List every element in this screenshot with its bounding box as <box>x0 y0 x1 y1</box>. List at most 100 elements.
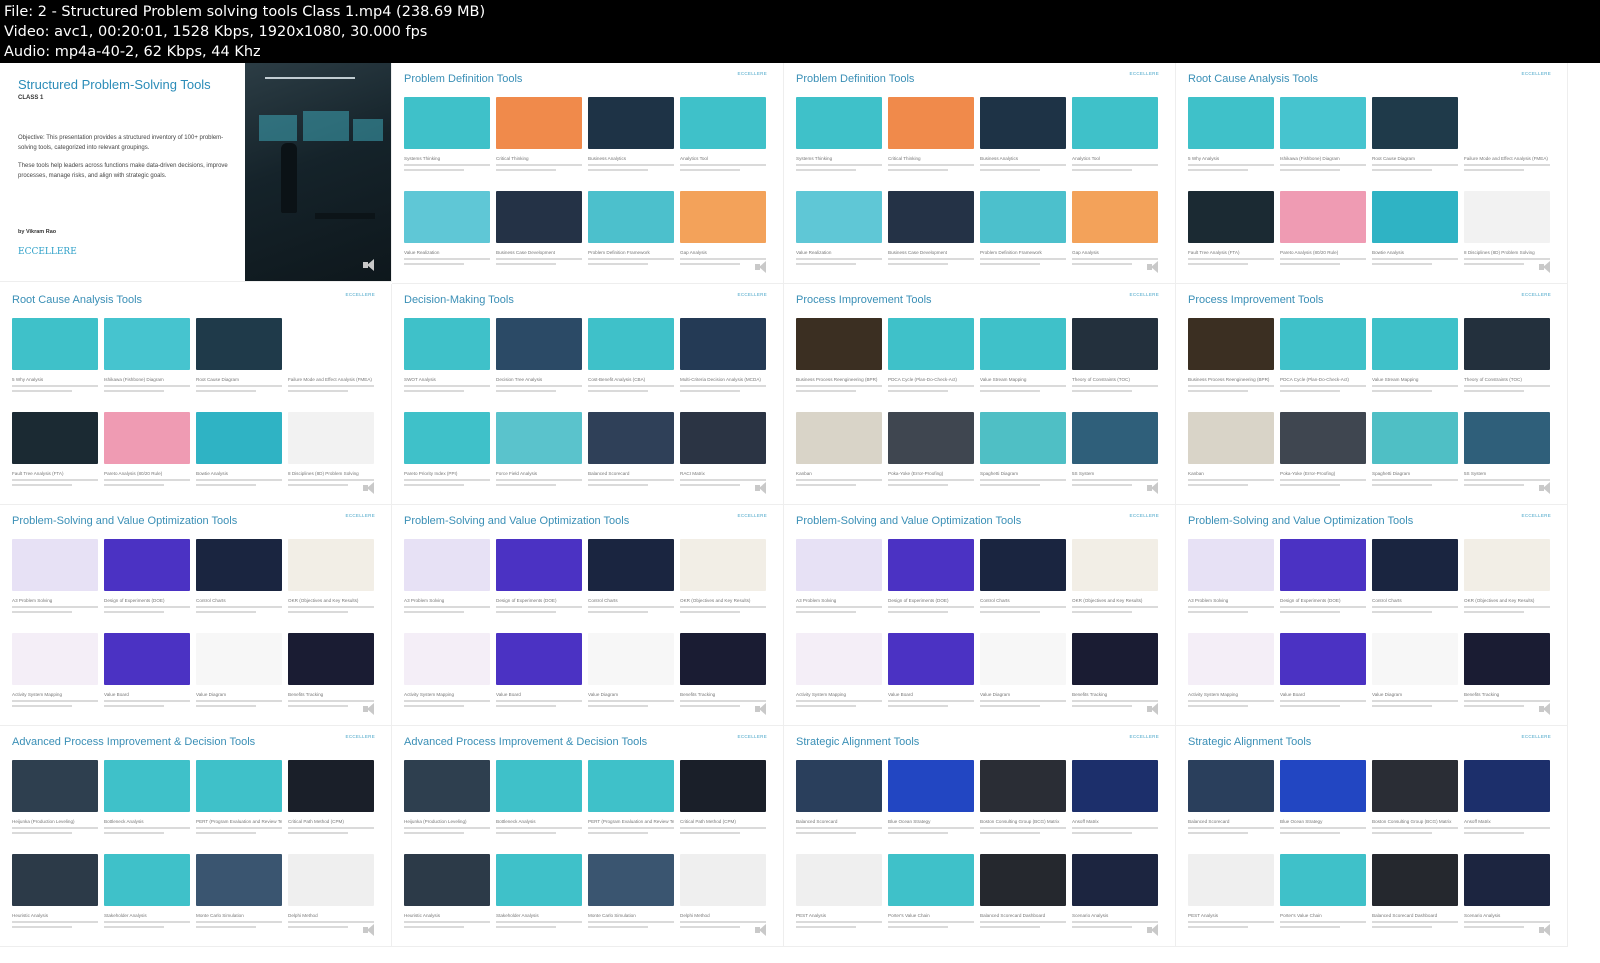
tool-tile: Problem Definition Framework <box>980 191 1066 265</box>
tool-description-line <box>980 479 1066 481</box>
tool-label: Critical Thinking <box>888 156 921 161</box>
tool-tile: OKR (Objectives and Key Results) <box>1464 539 1550 613</box>
tool-illustration <box>1280 854 1366 906</box>
tool-label: PDCA Cycle (Plan-Do-Check-Act) <box>1280 377 1349 382</box>
tool-description-line <box>12 385 98 387</box>
file-info-header: File: 2 - Structured Problem solving too… <box>0 0 1600 63</box>
tool-description-line <box>1280 827 1366 829</box>
tool-description-line <box>1072 700 1158 702</box>
slide-thumbnail[interactable]: Root Cause Analysis Tools ECCELLERE 5 Why … <box>1176 63 1568 284</box>
slide-thumbnail[interactable]: Problem Definition Tools ECCELLERE Systems… <box>392 63 784 284</box>
tool-description-line <box>1464 263 1525 265</box>
tool-label: OKR (Objectives and Key Results) <box>288 598 359 603</box>
tool-tile: Benefits Tracking <box>1464 633 1550 707</box>
tool-label: Spaghetti Diagram <box>980 471 1019 476</box>
slide-thumbnail[interactable]: Strategic Alignment Tools ECCELLERE Balanc… <box>784 726 1176 947</box>
tool-illustration <box>980 318 1066 370</box>
tool-tile: Benefits Tracking <box>288 633 374 707</box>
tool-illustration <box>1464 854 1550 906</box>
tool-description-line <box>1372 169 1433 171</box>
tool-description-line <box>680 926 741 928</box>
tool-description-line <box>1280 611 1341 613</box>
tool-label: Heijunka (Production Leveling) <box>12 819 75 824</box>
tool-tile: PERT (Program Evaluation and Review Tech… <box>196 760 282 834</box>
tool-description-line <box>104 606 190 608</box>
slide-thumbnail[interactable]: Decision-Making Tools ECCELLERE SWOT Analy… <box>392 284 784 505</box>
tool-description-line <box>12 832 73 834</box>
tool-tile: Value Stream Mapping <box>1372 318 1458 392</box>
slide-title: Process Improvement Tools <box>796 294 932 306</box>
tool-description-line <box>588 385 674 387</box>
tool-description-line <box>980 169 1041 171</box>
slide-thumbnail[interactable]: Root Cause Analysis Tools ECCELLERE 5 Why … <box>0 284 392 505</box>
tool-label: PEST Analysis <box>1188 913 1219 918</box>
slide-title: Process Improvement Tools <box>1188 294 1324 306</box>
tool-label: Value Diagram <box>1372 692 1403 697</box>
slide-thumbnail[interactable]: Process Improvement Tools ECCELLERE Busine… <box>1176 284 1568 505</box>
tool-tile: Fault Tree Analysis (FTA) <box>1188 191 1274 265</box>
brand-logo: ECCELLERE <box>737 71 767 76</box>
tool-label: Root Cause Diagram <box>196 377 239 382</box>
tool-label: Pareto Analysis (80/20 Rule) <box>1280 250 1339 255</box>
tool-label: Value Stream Mapping <box>980 377 1027 382</box>
tool-tile: Root Cause Diagram <box>196 318 282 392</box>
tool-description-line <box>1072 263 1133 265</box>
tool-label: Pareto Analysis (80/20 Rule) <box>104 471 163 476</box>
brand-logo: ECCELLERE <box>345 734 375 739</box>
cover-slide[interactable]: Structured Problem-Solving Tools CLASS 1… <box>0 63 392 282</box>
tool-tile: Gap Analysis <box>680 191 766 265</box>
slide-thumbnail[interactable]: Problem-Solving and Value Optimization T… <box>0 505 392 726</box>
tool-description-line <box>680 263 741 265</box>
slide-thumbnail[interactable]: Process Improvement Tools ECCELLERE Busine… <box>784 284 1176 505</box>
tool-tile: Bottleneck Analysis <box>496 760 582 834</box>
tool-description-line <box>196 385 282 387</box>
slide-thumbnail[interactable]: Strategic Alignment Tools ECCELLERE Balanc… <box>1176 726 1568 947</box>
tool-description-line <box>796 169 857 171</box>
slide-thumbnail[interactable]: Advanced Process Improvement & Decision … <box>0 726 392 947</box>
tool-illustration <box>1464 760 1550 812</box>
tool-label: Design of Experiments (DOE) <box>1280 598 1341 603</box>
tool-illustration <box>1372 539 1458 591</box>
tool-illustration <box>1464 633 1550 685</box>
tool-tile: 5S System <box>1072 412 1158 486</box>
tool-description-line <box>1188 832 1249 834</box>
brand-logo: ECCELLERE <box>737 292 767 297</box>
tool-illustration <box>404 854 490 906</box>
tool-tile: Bottleneck Analysis <box>104 760 190 834</box>
tool-label: Heuristic Analysis <box>404 913 440 918</box>
tool-description-line <box>104 484 165 486</box>
slide-thumbnail[interactable]: Problem-Solving and Value Optimization T… <box>392 505 784 726</box>
tool-illustration <box>104 854 190 906</box>
tool-tile: Business Analytics <box>980 97 1066 171</box>
tool-description-line <box>796 827 882 829</box>
tool-label: Value Stream Mapping <box>1372 377 1419 382</box>
tool-description-line <box>1280 479 1366 481</box>
tool-illustration <box>1188 854 1274 906</box>
tool-description-line <box>104 479 190 481</box>
brand-logo: ECCELLERE <box>345 513 375 518</box>
tool-label: Systems Thinking <box>796 156 833 161</box>
slide-thumbnail[interactable]: Advanced Process Improvement & Decision … <box>392 726 784 947</box>
tool-illustration <box>104 539 190 591</box>
tool-illustration <box>588 191 674 243</box>
tool-description-line <box>104 705 165 707</box>
tool-description-line <box>1188 921 1274 923</box>
tool-description-line <box>680 606 766 608</box>
slide-thumbnail[interactable]: Problem-Solving and Value Optimization T… <box>1176 505 1568 726</box>
tool-illustration <box>104 412 190 464</box>
brand-logo: ECCELLERE <box>1129 71 1159 76</box>
tool-description-line <box>1072 390 1133 392</box>
volume-icon <box>1539 261 1553 273</box>
tool-tile: A3 Problem Solving <box>12 539 98 613</box>
tool-tile: Activity System Mapping <box>796 633 882 707</box>
slide-thumbnail[interactable]: Problem Definition Tools ECCELLERE Systems… <box>784 63 1176 284</box>
tool-description-line <box>888 164 974 166</box>
tool-description-line <box>1372 479 1458 481</box>
tool-description-line <box>12 606 98 608</box>
cover-photo <box>245 63 391 281</box>
tool-label: Business Process Reengineering (BPR) <box>1188 377 1270 382</box>
slide-thumbnail[interactable]: Problem-Solving and Value Optimization T… <box>784 505 1176 726</box>
tool-illustration <box>796 760 882 812</box>
tool-illustration <box>288 412 374 464</box>
tool-label: Blue Ocean Strategy <box>888 819 931 824</box>
